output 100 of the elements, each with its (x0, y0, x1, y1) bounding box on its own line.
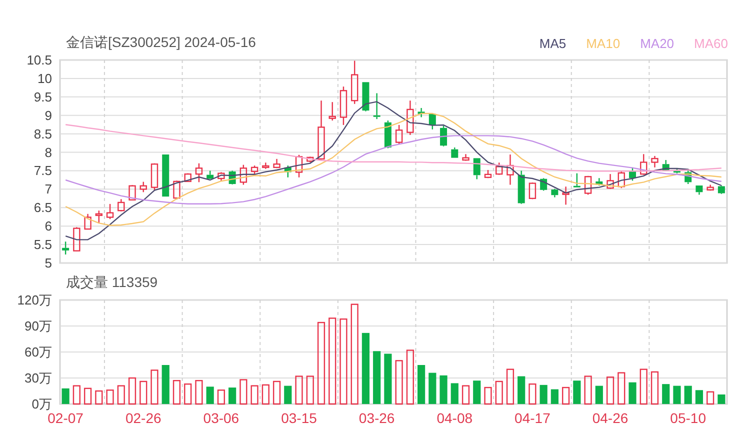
axis-label: 60万 (24, 344, 52, 360)
date-label: 02-26 (125, 410, 162, 426)
candlestick (684, 170, 692, 184)
candlestick (140, 182, 147, 192)
candlestick (506, 154, 514, 185)
volume-bar (117, 385, 125, 405)
volume-bar (684, 386, 692, 404)
volume-bar (406, 350, 414, 405)
volume-bar (673, 386, 681, 404)
axis-label: 8 (44, 144, 52, 160)
volume-bar (440, 375, 448, 404)
candlestick (473, 158, 480, 180)
candlestick (606, 174, 614, 189)
volume-bar (695, 390, 703, 404)
candlestick (640, 154, 648, 175)
candlestick (418, 108, 425, 118)
candlestick (562, 186, 570, 205)
candlestick (362, 82, 370, 112)
candlestick (318, 100, 325, 160)
date-label: 03-15 (281, 410, 317, 426)
axis-label: 10.5 (26, 54, 52, 68)
volume-bar (395, 360, 403, 405)
candlestick (350, 60, 358, 104)
candlestick (250, 166, 258, 175)
candlestick (295, 154, 303, 178)
volume-bar (495, 380, 503, 405)
volume-bar (240, 379, 248, 405)
candlestick (106, 204, 114, 220)
volume-bar (618, 372, 626, 405)
volume-bar (662, 384, 670, 404)
legend-label: MA5 (539, 34, 566, 52)
candlestick (484, 170, 492, 178)
date-label: 02-07 (48, 410, 84, 426)
candlestick (284, 166, 292, 178)
volume-bar (706, 391, 714, 405)
volume-bar (172, 380, 181, 405)
candlestick (273, 158, 280, 168)
volume-bar (428, 372, 436, 404)
date-label: 04-26 (592, 410, 628, 426)
volume-bar (573, 380, 581, 404)
candlestick (262, 162, 270, 169)
candlestick (440, 126, 448, 146)
volume-title: 成交量 113359 (66, 272, 158, 292)
volume-bar (628, 382, 636, 404)
axis-label: 5 (44, 256, 52, 270)
candlestick (384, 120, 392, 148)
candlestick (596, 178, 603, 186)
volume-bar (295, 376, 303, 405)
volume-bar (473, 380, 481, 404)
volume-bar (418, 365, 426, 404)
volume-bar (106, 390, 114, 405)
volume-bar (650, 371, 659, 405)
candlestick (306, 156, 314, 162)
volume-bar (528, 383, 536, 405)
candlestick (673, 168, 680, 174)
candlestick (373, 93, 380, 120)
axis-label: 0万 (32, 396, 52, 412)
legend-label: MA60 (694, 34, 728, 52)
axis-label: 10 (38, 70, 52, 86)
candlestick (118, 199, 125, 212)
candlestick (328, 102, 336, 121)
candlestick (428, 113, 436, 130)
date-label: 03-06 (203, 410, 240, 426)
axis-label: 9.5 (34, 89, 52, 104)
axis-label: 30万 (24, 370, 52, 386)
volume-bar (228, 388, 236, 404)
candlestick (528, 182, 536, 200)
volume-bar (373, 351, 381, 404)
volume-bar (262, 384, 270, 405)
volume-bar (195, 380, 203, 405)
volume-bar (72, 385, 80, 405)
volume-bar (62, 388, 70, 404)
axis-label: 6.5 (34, 200, 52, 216)
date-label: 03-26 (358, 410, 395, 426)
volume-bar (518, 376, 526, 404)
candlestick (662, 160, 670, 172)
axis-label: 7.5 (34, 163, 52, 178)
date-label: 04-17 (514, 410, 550, 426)
volume-bar (584, 376, 592, 405)
axis-label: 6 (44, 218, 52, 234)
volume-bar (540, 384, 548, 404)
candlestick (696, 184, 703, 195)
volume-bar (606, 376, 614, 405)
axis-label: 8.5 (34, 126, 52, 142)
candlestick (651, 156, 658, 168)
candlestick (218, 172, 225, 182)
axis-label: 5.5 (34, 237, 52, 252)
candlestick (551, 188, 558, 198)
volume-bar (595, 386, 603, 404)
candlestick (340, 86, 348, 125)
candlestick (618, 170, 625, 188)
candlestick (150, 163, 158, 190)
candlestick (395, 124, 403, 144)
volume-bar (140, 380, 148, 405)
volume-bar (362, 332, 370, 404)
candlestick (95, 210, 102, 224)
volume-bar (450, 383, 458, 404)
axis-label: 90万 (24, 318, 52, 334)
volume-bar (162, 365, 170, 404)
candlestick (62, 242, 70, 254)
